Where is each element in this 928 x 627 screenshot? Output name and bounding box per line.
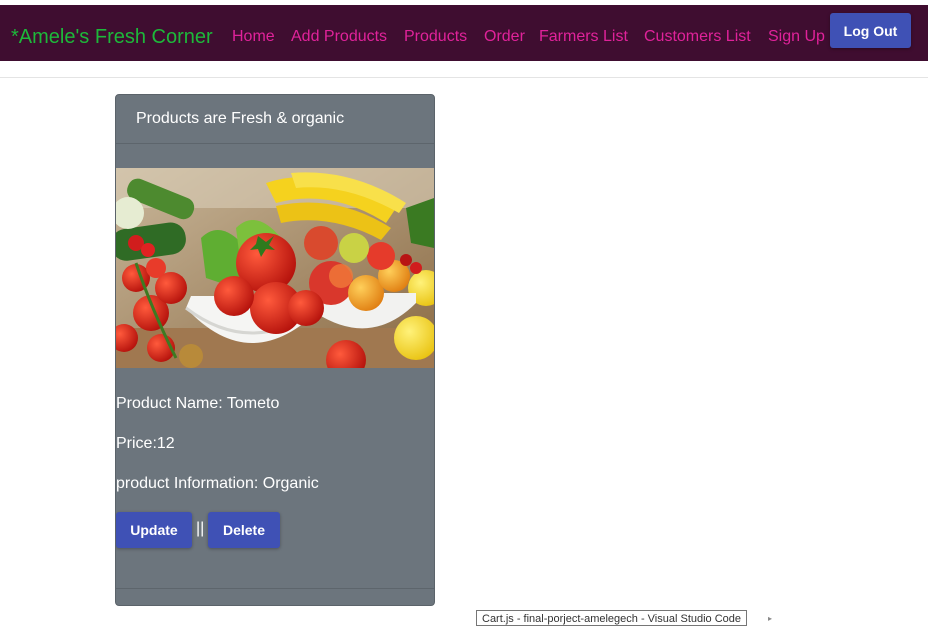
nav-link-order[interactable]: Order (484, 28, 525, 46)
product-information: product Information: Organic (116, 475, 319, 492)
logout-button[interactable]: Log Out (830, 13, 911, 48)
product-image (116, 168, 434, 368)
nav-link-add-products[interactable]: Add Products (291, 28, 387, 46)
product-price: Price:12 (116, 435, 175, 452)
nav-link-products[interactable]: Products (404, 28, 467, 46)
taskbar-tooltip: Cart.js - final-porject-amelegech - Visu… (476, 610, 748, 626)
card-header: Products are Fresh & organic (116, 95, 434, 144)
card-title: Products are Fresh & organic (136, 110, 345, 127)
nav-link-farmers-list[interactable]: Farmers List (539, 28, 628, 46)
delete-button[interactable]: Delete (208, 512, 280, 548)
nav-link-sign-up[interactable]: Sign Up (768, 28, 825, 46)
nav-link-customers-list[interactable]: Customers List (644, 28, 751, 46)
card-footer (116, 588, 434, 589)
button-separator: || (196, 520, 205, 537)
product-name: Product Name: Tometo (116, 395, 280, 412)
product-card: Products are Fresh & organic Product Nam… (115, 94, 435, 606)
page-divider (0, 77, 928, 78)
brand-title[interactable]: *Amele's Fresh Corner (11, 26, 213, 49)
nav-link-home[interactable]: Home (232, 28, 275, 46)
update-button[interactable]: Update (116, 512, 192, 548)
navbar: *Amele's Fresh Corner Home Add Products … (0, 5, 928, 61)
mouse-cursor-icon: ▸ (768, 614, 773, 623)
